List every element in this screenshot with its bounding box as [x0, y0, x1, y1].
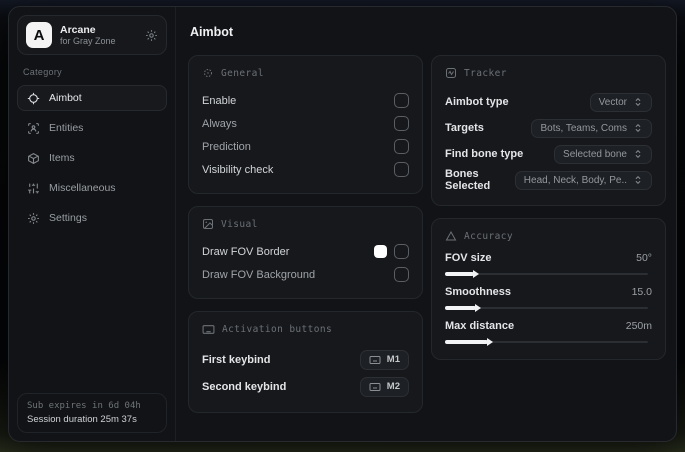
- find-bone-type-select[interactable]: Selected bone: [554, 144, 652, 164]
- setting-row: Enable: [202, 89, 409, 112]
- sidebar-item-label: Aimbot: [49, 92, 82, 104]
- slider-fill: [445, 338, 494, 346]
- app-title: Arcane: [60, 23, 96, 36]
- tracker-card: Tracker Aimbot type Vector Targets Bots,…: [431, 55, 666, 206]
- subscription-info-card: Sub expires in 6d 04h Session duration 2…: [17, 393, 167, 433]
- entities-scan-icon: [27, 122, 40, 135]
- app-subtitle: for Gray Zone: [60, 35, 116, 46]
- sidebar: A Arcane for Gray Zone Category Aimbot E…: [9, 7, 176, 441]
- setting-row: Always: [202, 112, 409, 135]
- setting-row: First keybind M1: [202, 346, 409, 373]
- always-checkbox[interactable]: [394, 116, 409, 131]
- card-title: Tracker: [464, 67, 507, 79]
- card-title: Visual: [221, 218, 258, 230]
- sidebar-item-settings[interactable]: Settings: [17, 205, 167, 231]
- crosshair-dashed-icon: [202, 67, 214, 79]
- card-title: Accuracy: [464, 230, 513, 242]
- crosshair-icon: [27, 92, 40, 105]
- visual-card: Visual Draw FOV Border Draw FOV Backgrou…: [188, 206, 423, 299]
- setting-row: Second keybind M2: [202, 373, 409, 400]
- activation-buttons-card: Activation buttons First keybind M1 Seco…: [188, 311, 423, 413]
- image-icon: [202, 218, 214, 230]
- enable-checkbox[interactable]: [394, 93, 409, 108]
- sidebar-item-label: Items: [49, 152, 75, 164]
- keyboard-icon: [369, 381, 381, 393]
- gear-icon: [27, 212, 40, 225]
- chevrons-up-down-icon: [633, 149, 643, 159]
- max-distance-slider[interactable]: [445, 338, 652, 346]
- setting-row: Smoothness 15.0: [445, 286, 652, 312]
- sidebar-item-label: Settings: [49, 212, 87, 224]
- sliders-icon: [27, 182, 40, 195]
- sidebar-item-items[interactable]: Items: [17, 145, 167, 171]
- gear-icon[interactable]: [145, 29, 158, 42]
- cube-icon: [27, 152, 40, 165]
- targets-select[interactable]: Bots, Teams, Coms: [531, 118, 652, 138]
- setting-row: Draw FOV Border: [202, 240, 409, 263]
- slider-fill: [445, 270, 479, 278]
- smoothness-value: 15.0: [631, 286, 652, 298]
- app-window: A Arcane for Gray Zone Category Aimbot E…: [8, 6, 677, 442]
- keyboard-icon: [202, 323, 215, 336]
- setting-row: Bones Selected Head, Neck, Body, Pe..: [445, 167, 652, 193]
- setting-row: Draw FOV Background: [202, 263, 409, 286]
- setting-row: Visibility check: [202, 158, 409, 181]
- setting-row: Aimbot type Vector: [445, 89, 652, 115]
- fov-border-color-swatch[interactable]: [374, 245, 387, 258]
- draw-fov-border-checkbox[interactable]: [394, 244, 409, 259]
- general-card: General Enable Always Prediction Visibil…: [188, 55, 423, 194]
- brand-card: A Arcane for Gray Zone: [17, 15, 167, 55]
- main-content: Aimbot General Enable Always Prediction …: [176, 7, 676, 441]
- activity-icon: [445, 67, 457, 79]
- sidebar-nav: Aimbot Entities Items Miscellaneous Sett…: [17, 85, 167, 231]
- card-title: Activation buttons: [222, 324, 333, 335]
- category-label: Category: [23, 67, 62, 77]
- second-keybind-button[interactable]: M2: [359, 376, 409, 397]
- setting-row: FOV size 50°: [445, 252, 652, 278]
- setting-row: Max distance 250m: [445, 320, 652, 346]
- max-distance-value: 250m: [625, 320, 652, 332]
- aimbot-type-select[interactable]: Vector: [589, 92, 652, 112]
- app-logo: A: [26, 22, 52, 48]
- slider-fill: [445, 304, 482, 312]
- fov-size-value: 50°: [636, 252, 652, 264]
- chevrons-up-down-icon: [633, 123, 643, 133]
- sidebar-item-label: Miscellaneous: [49, 182, 116, 194]
- draw-fov-background-checkbox[interactable]: [394, 267, 409, 282]
- session-duration-text: Session duration 25m 37s: [27, 414, 137, 425]
- prediction-checkbox[interactable]: [394, 139, 409, 154]
- chevrons-up-down-icon: [633, 175, 643, 185]
- sidebar-item-aimbot[interactable]: Aimbot: [17, 85, 167, 111]
- card-title: General: [221, 67, 264, 79]
- page-title: Aimbot: [190, 25, 234, 39]
- accuracy-card: Accuracy FOV size 50° Smoothness 15.0 Ma…: [431, 218, 666, 360]
- triangle-icon: [445, 230, 457, 242]
- sidebar-item-miscellaneous[interactable]: Miscellaneous: [17, 175, 167, 201]
- chevrons-up-down-icon: [633, 97, 643, 107]
- sidebar-item-label: Entities: [49, 122, 84, 134]
- fov-size-slider[interactable]: [445, 270, 652, 278]
- visibility-check-checkbox[interactable]: [394, 162, 409, 177]
- smoothness-slider[interactable]: [445, 304, 652, 312]
- bones-selected-select[interactable]: Head, Neck, Body, Pe..: [514, 170, 652, 190]
- keyboard-icon: [369, 354, 381, 366]
- sub-expires-text: Sub expires in 6d 04h: [27, 401, 141, 411]
- first-keybind-button[interactable]: M1: [359, 349, 409, 370]
- setting-row: Targets Bots, Teams, Coms: [445, 115, 652, 141]
- sidebar-item-entities[interactable]: Entities: [17, 115, 167, 141]
- setting-row: Prediction: [202, 135, 409, 158]
- setting-row: Find bone type Selected bone: [445, 141, 652, 167]
